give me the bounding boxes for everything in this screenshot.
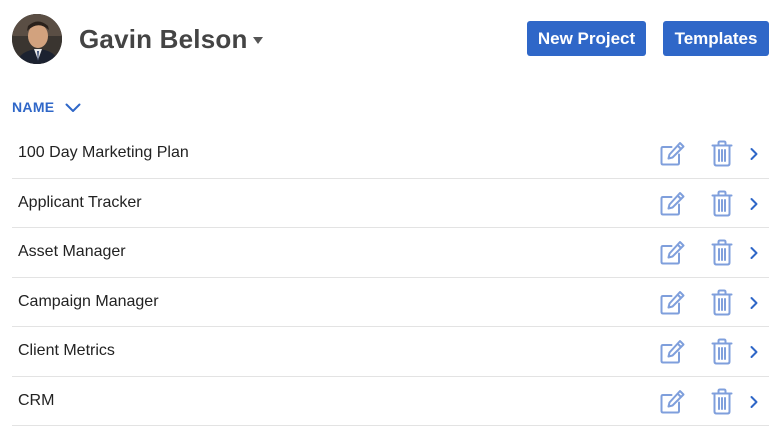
sort-label: NAME (12, 99, 55, 115)
edit-icon[interactable] (659, 239, 686, 266)
project-row[interactable]: Applicant Tracker (12, 179, 769, 228)
user-name[interactable]: Gavin Belson (79, 22, 248, 56)
templates-button[interactable]: Templates (663, 21, 769, 56)
project-name[interactable]: CRM (18, 391, 54, 411)
page-header: Gavin Belson New Project Templates (0, 0, 783, 80)
edit-icon[interactable] (659, 289, 686, 316)
avatar-photo (12, 14, 62, 64)
project-row[interactable]: Campaign Manager (12, 278, 769, 327)
chevron-right-icon[interactable] (749, 246, 759, 260)
caret-down-icon[interactable] (251, 33, 265, 45)
chevron-right-icon[interactable] (749, 296, 759, 310)
new-project-button[interactable]: New Project (527, 21, 646, 56)
project-name[interactable]: 100 Day Marketing Plan (18, 143, 189, 163)
trash-icon[interactable] (711, 190, 733, 217)
edit-icon[interactable] (659, 388, 686, 415)
project-row[interactable]: Asset Manager (12, 228, 769, 278)
trash-icon[interactable] (711, 338, 733, 365)
project-name[interactable]: Applicant Tracker (18, 193, 142, 213)
project-name[interactable]: Campaign Manager (18, 292, 159, 312)
project-name[interactable]: Asset Manager (18, 242, 126, 262)
chevron-right-icon[interactable] (749, 395, 759, 409)
edit-icon[interactable] (659, 338, 686, 365)
project-row[interactable]: CRM (12, 377, 769, 426)
project-row[interactable]: 100 Day Marketing Plan (12, 129, 769, 179)
chevron-down-icon[interactable] (65, 101, 81, 113)
edit-icon[interactable] (659, 190, 686, 217)
project-row[interactable]: Client Metrics (12, 327, 769, 377)
trash-icon[interactable] (711, 140, 733, 167)
project-name[interactable]: Client Metrics (18, 341, 115, 361)
chevron-right-icon[interactable] (749, 147, 759, 161)
trash-icon[interactable] (711, 388, 733, 415)
sort-by-name-header[interactable]: NAME (12, 96, 81, 118)
user-avatar[interactable] (12, 14, 62, 64)
edit-icon[interactable] (659, 140, 686, 167)
chevron-right-icon[interactable] (749, 197, 759, 211)
trash-icon[interactable] (711, 289, 733, 316)
chevron-right-icon[interactable] (749, 345, 759, 359)
project-list: 100 Day Marketing Plan Applicant Tracker (12, 129, 769, 426)
trash-icon[interactable] (711, 239, 733, 266)
